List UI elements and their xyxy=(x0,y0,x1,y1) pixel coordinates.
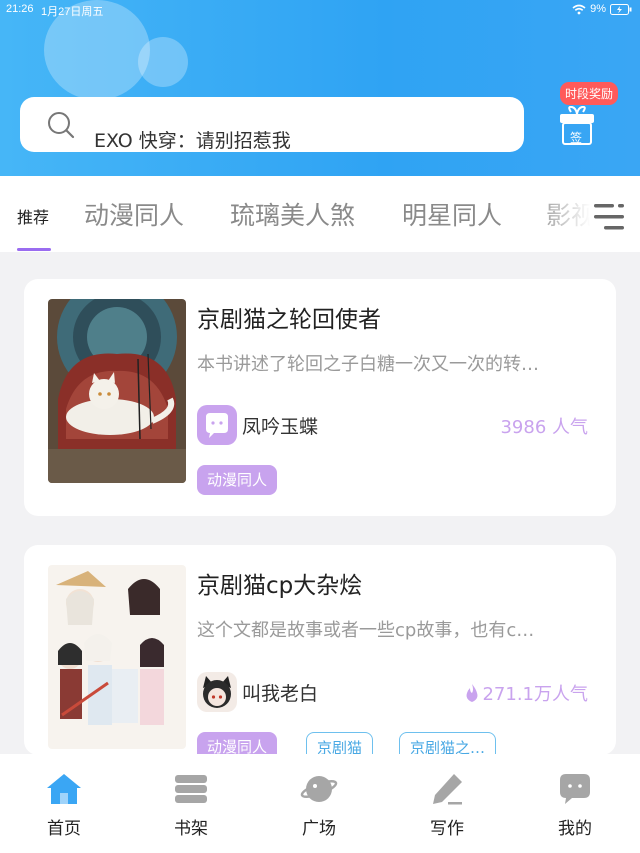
battery-icon xyxy=(610,3,632,15)
tag-chip[interactable]: 京剧猫之… xyxy=(399,732,497,755)
category-menu-icon[interactable] xyxy=(592,200,626,234)
gift-sign-label: 签 xyxy=(570,131,583,145)
tab-recommend[interactable]: 推荐 xyxy=(17,204,49,228)
book-description: 这个文都是故事或者一些cp故事，也有c… xyxy=(197,620,535,641)
book-cover xyxy=(48,299,186,483)
chat-bubble-icon xyxy=(560,774,590,804)
nav-home-label: 首页 xyxy=(47,819,81,839)
status-bar: 21:26 1月27日周五 9% xyxy=(0,0,640,18)
popularity-count: 3986 人气 xyxy=(500,413,588,439)
battery-percent: 9% xyxy=(590,3,606,15)
search-query: EXO 快穿：请别招惹我 xyxy=(94,130,291,152)
author-name[interactable]: 凤吟玉蝶 xyxy=(242,412,318,439)
author-avatar[interactable] xyxy=(197,405,237,445)
bookshelf-icon xyxy=(175,775,207,803)
popularity-count: 271.1万人气 xyxy=(464,680,588,706)
time-reward-button[interactable]: 时段奖励 签 xyxy=(556,82,626,152)
book-title[interactable]: 京剧猫cp大杂烩 xyxy=(197,566,362,600)
bottom-navigation: 首页 书架 广场 写作 我的 xyxy=(0,754,640,853)
book-card[interactable]: 京剧猫之轮回使者 本书讲述了轮回之子白糖一次又一次的转… 凤吟玉蝶 3986 人… xyxy=(24,279,616,516)
tab-liuli[interactable]: 琉璃美人煞 xyxy=(230,196,355,232)
book-card[interactable]: 京剧猫cp大杂烩 这个文都是故事或者一些cp故事，也有c… 叫我老白 271.1… xyxy=(24,545,616,755)
reward-badge: 时段奖励 xyxy=(560,82,619,105)
chat-bubble-icon xyxy=(206,413,228,438)
category-tabs: 推荐 动漫同人 琉璃美人煞 明星同人 影视 xyxy=(0,176,640,252)
author-name[interactable]: 叫我老白 xyxy=(242,679,318,706)
nav-mine[interactable]: 我的 xyxy=(540,772,610,839)
tag-chip[interactable]: 动漫同人 xyxy=(197,465,278,495)
flame-icon xyxy=(467,684,478,702)
nav-bookshelf-label: 书架 xyxy=(174,819,208,839)
nav-mine-label: 我的 xyxy=(558,819,592,839)
nav-bookshelf[interactable]: 书架 xyxy=(156,772,226,839)
tag-chip[interactable]: 京剧猫 xyxy=(306,732,374,755)
book-title[interactable]: 京剧猫之轮回使者 xyxy=(197,300,381,334)
book-cover xyxy=(48,565,186,749)
status-time: 21:26 xyxy=(6,3,34,15)
status-date: 1月27日周五 xyxy=(41,6,104,18)
book-description: 本书讲述了轮回之子白糖一次又一次的转… xyxy=(197,354,539,375)
tab-celebrity-fanfic[interactable]: 明星同人 xyxy=(402,196,502,232)
decor-bubble xyxy=(138,37,188,87)
author-avatar[interactable] xyxy=(197,672,237,712)
pen-icon xyxy=(433,774,462,805)
planet-icon xyxy=(300,776,338,802)
home-icon xyxy=(47,774,81,804)
search-box[interactable]: EXO 快穿：请别招惹我 xyxy=(20,97,524,152)
nav-write[interactable]: 写作 xyxy=(412,772,482,839)
top-header: 21:26 1月27日周五 9% EXO 快穿：请别招惹我 时段奖励 签 xyxy=(0,0,640,176)
nav-plaza[interactable]: 广场 xyxy=(284,772,354,839)
nav-write-label: 写作 xyxy=(430,819,464,839)
search-icon xyxy=(48,112,75,139)
nav-plaza-label: 广场 xyxy=(302,819,336,839)
active-tab-indicator xyxy=(17,248,51,251)
wifi-icon xyxy=(572,4,586,14)
nav-home[interactable]: 首页 xyxy=(29,772,99,839)
status-right: 9% xyxy=(572,3,632,15)
tag-chip[interactable]: 动漫同人 xyxy=(197,732,278,755)
popularity-text: 3986 人气 xyxy=(500,417,588,438)
popularity-text: 271.1万人气 xyxy=(482,684,588,705)
tab-anime-fanfic[interactable]: 动漫同人 xyxy=(84,196,184,232)
